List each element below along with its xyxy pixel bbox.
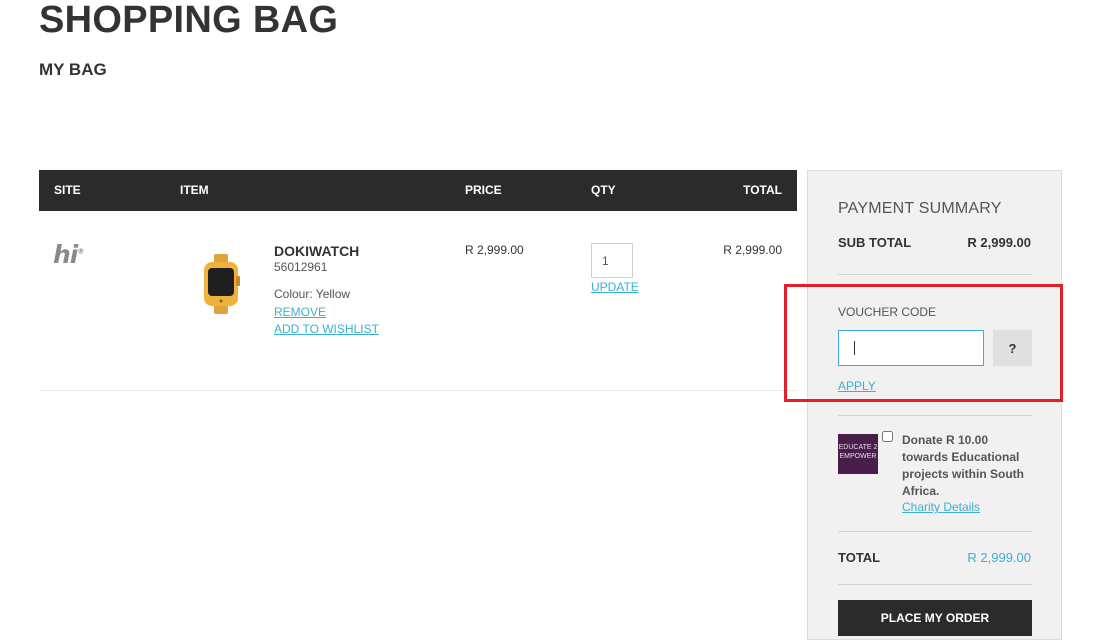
payment-summary-heading: PAYMENT SUMMARY: [838, 200, 1002, 217]
apply-voucher-link[interactable]: APPLY: [838, 379, 876, 393]
voucher-help-button[interactable]: ?: [993, 330, 1032, 366]
header-total: TOTAL: [743, 183, 782, 197]
update-link[interactable]: UPDATE: [591, 280, 639, 294]
summary-divider: [838, 415, 1032, 416]
donate-text: Donate R 10.00 towards Educational proje…: [902, 433, 1024, 498]
cart-table-header: SITE ITEM PRICE QTY TOTAL: [39, 170, 797, 211]
header-item: ITEM: [180, 183, 209, 197]
product-name[interactable]: DOKIWATCH: [274, 243, 359, 259]
text-cursor: [854, 341, 855, 355]
page-title: SHOPPING BAG: [39, 0, 339, 41]
voucher-code-input[interactable]: [838, 330, 984, 366]
voucher-code-label: VOUCHER CODE: [838, 305, 937, 319]
my-bag-heading: MY BAG: [39, 60, 107, 79]
product-image[interactable]: [200, 254, 242, 314]
summary-divider: [838, 531, 1032, 532]
subtotal-label: SUB TOTAL: [838, 235, 912, 250]
product-sku: 56012961: [274, 260, 328, 274]
remove-link[interactable]: REMOVE: [274, 305, 326, 319]
header-price: PRICE: [465, 183, 502, 197]
site-logo: hi®: [53, 240, 85, 269]
header-site: SITE: [54, 183, 81, 197]
subtotal-value: R 2,999.00: [967, 235, 1031, 250]
header-qty: QTY: [591, 183, 616, 197]
place-order-button[interactable]: PLACE MY ORDER: [838, 600, 1032, 636]
summary-divider: [838, 274, 1032, 275]
product-colour: Colour: Yellow: [274, 287, 351, 301]
line-total: R 2,999.00: [723, 243, 782, 257]
add-to-wishlist-link[interactable]: ADD TO WISHLIST: [274, 322, 379, 336]
total-value: R 2,999.00: [967, 550, 1031, 565]
charity-details-link[interactable]: Charity Details: [902, 500, 980, 514]
quantity-input[interactable]: [591, 243, 633, 278]
row-divider: [39, 390, 797, 391]
charity-logo: EDUCATE 2 EMPOWER: [838, 434, 878, 474]
payment-summary-panel: PAYMENT SUMMARY SUB TOTAL R 2,999.00 VOU…: [807, 170, 1062, 640]
summary-divider: [838, 584, 1032, 585]
item-price: R 2,999.00: [465, 243, 524, 257]
donate-checkbox[interactable]: [882, 431, 893, 442]
total-label: TOTAL: [838, 550, 881, 565]
